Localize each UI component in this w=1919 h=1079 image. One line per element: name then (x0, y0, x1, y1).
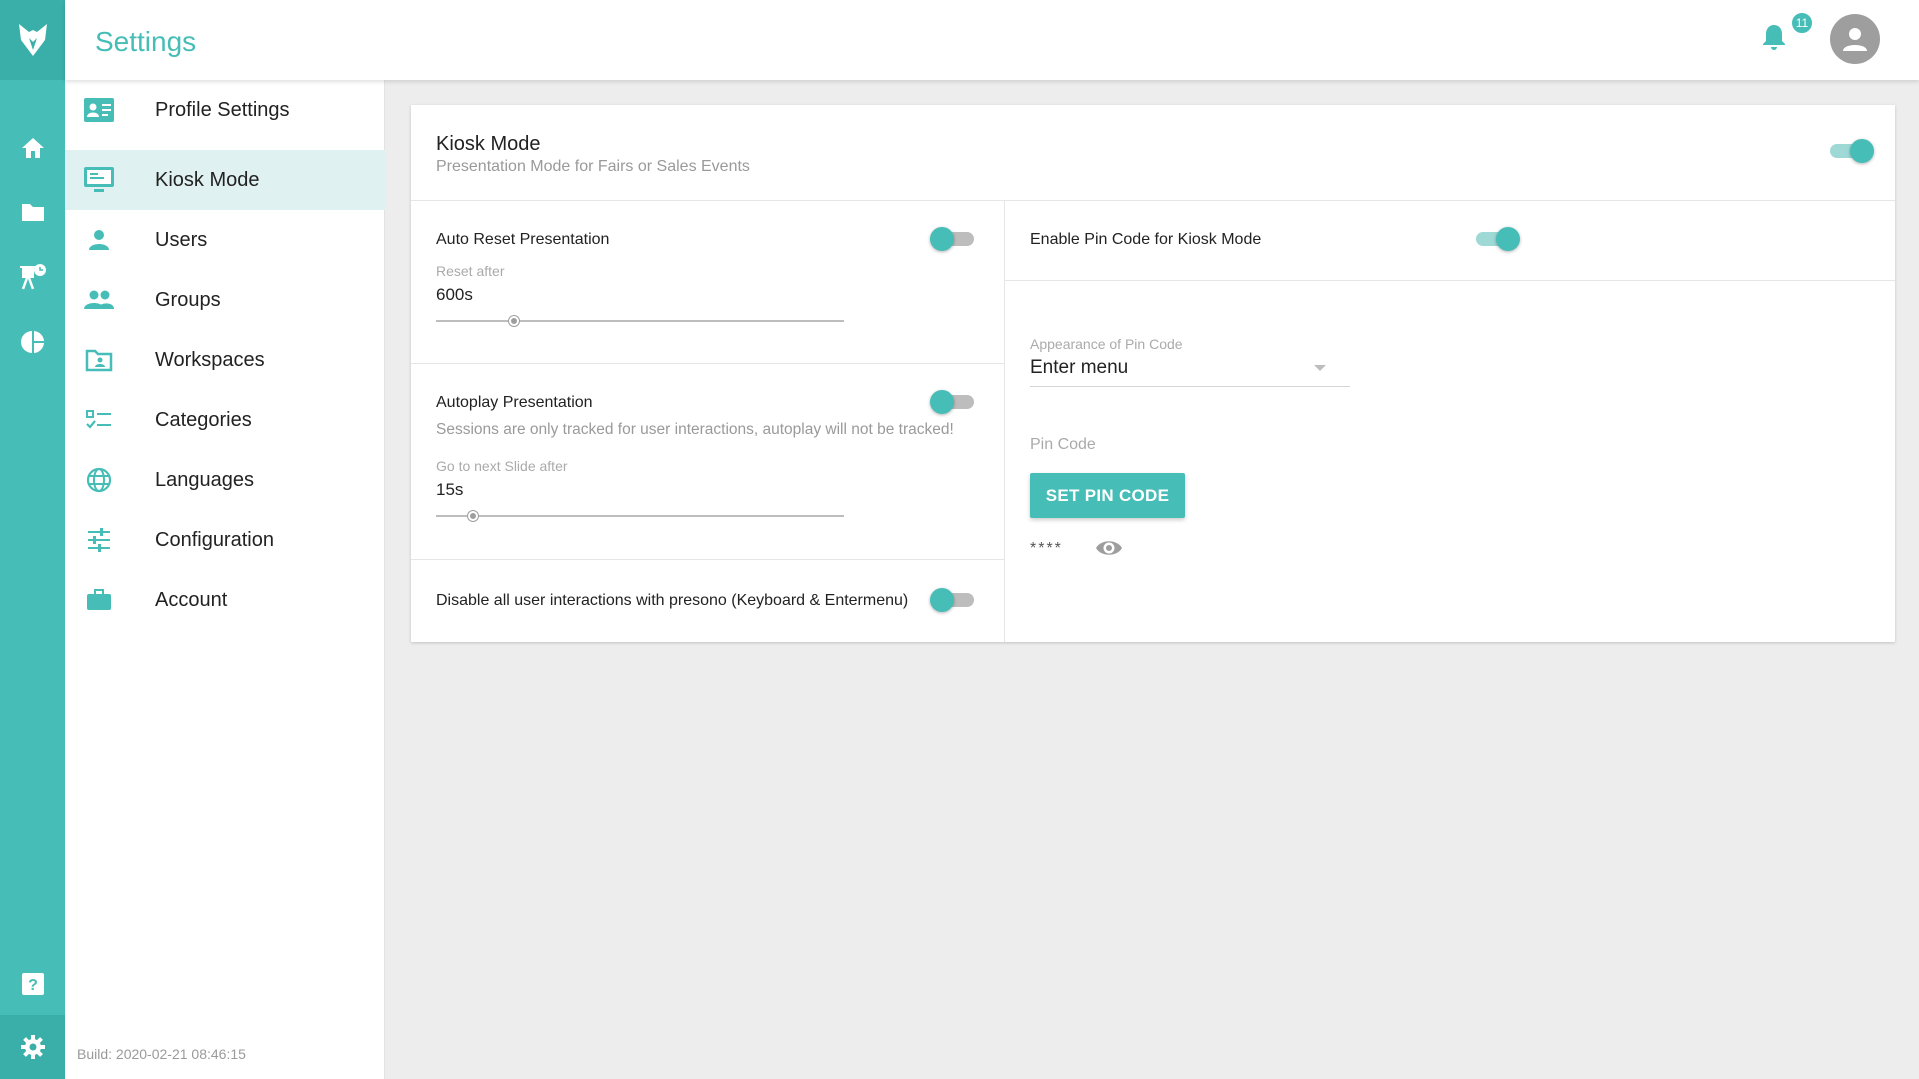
settings-sidebar: Profile Settings Kiosk Mode Users Groups… (65, 80, 385, 1079)
sidebar-item-languages[interactable]: Languages (65, 450, 385, 510)
next-slide-label: Go to next Slide after (436, 458, 568, 474)
disable-interactions-label: Disable all user interactions with preso… (436, 592, 909, 609)
appearance-value: Enter menu (1030, 357, 1129, 378)
sidebar-item-label: Groups (155, 288, 221, 311)
top-header: Settings 11 (65, 0, 1919, 80)
tune-icon (84, 526, 114, 554)
pin-enable-label: Enable Pin Code for Kiosk Mode (1030, 231, 1262, 248)
person-icon (1843, 28, 1867, 51)
toggle-knob (1496, 227, 1520, 251)
reset-after-slider[interactable] (436, 313, 844, 329)
svg-text:?: ? (28, 977, 38, 994)
sidebar-item-label: Workspaces (155, 348, 265, 371)
card-header: Kiosk Mode Presentation Mode for Fairs o… (411, 105, 1895, 201)
page-title: Settings (95, 26, 197, 57)
autoplay-section: Autoplay Presentation Sessions are only … (411, 364, 1005, 560)
home-icon[interactable] (0, 126, 65, 170)
card-subtitle: Presentation Mode for Fairs or Sales Eve… (436, 158, 750, 175)
chevron-down-icon (1314, 365, 1326, 371)
pin-code-label: Pin Code (1030, 436, 1096, 453)
toggle-knob (930, 390, 954, 414)
sidebar-item-label: Profile Settings (155, 98, 290, 121)
sidebar-item-categories[interactable]: Categories (65, 390, 385, 450)
briefcase-icon (84, 586, 114, 614)
user-avatar[interactable] (1830, 14, 1880, 64)
left-settings-column: Auto Reset Presentation Reset after 600s… (411, 201, 1005, 642)
auto-reset-label: Auto Reset Presentation (436, 231, 610, 248)
pin-code-section: Enable Pin Code for Kiosk Mode (1005, 201, 1895, 281)
next-slide-value: 15s (436, 480, 464, 499)
presentation-clock-icon[interactable] (0, 255, 65, 299)
kiosk-mode-toggle[interactable] (1826, 137, 1874, 165)
autoplay-label: Autoplay Presentation (436, 394, 593, 411)
sidebar-item-kiosk-mode[interactable]: Kiosk Mode (65, 150, 385, 210)
gear-icon (20, 1035, 45, 1059)
auto-reset-section: Auto Reset Presentation Reset after 600s (411, 201, 1005, 364)
sidebar-item-label: Account (155, 588, 228, 611)
person-icon (84, 226, 114, 254)
reset-after-label: Reset after (436, 263, 505, 279)
sidebar-item-label: Users (155, 228, 208, 251)
sidebar-item-label: Configuration (155, 528, 274, 551)
sidebar-item-profile-settings[interactable]: Profile Settings (65, 80, 385, 140)
appearance-label: Appearance of Pin Code (1030, 336, 1183, 352)
disable-interactions-toggle[interactable] (930, 586, 978, 614)
pie-chart-icon[interactable] (0, 320, 65, 364)
appearance-select[interactable]: Enter menu (1030, 351, 1350, 387)
next-slide-slider[interactable] (436, 508, 844, 524)
toggle-knob (930, 227, 954, 251)
notification-badge: 11 (1790, 11, 1814, 35)
group-icon (84, 286, 114, 314)
disable-interactions-section: Disable all user interactions with preso… (411, 560, 1005, 642)
slider-rail (436, 515, 844, 517)
sidebar-item-groups[interactable]: Groups (65, 270, 385, 330)
globe-icon (84, 466, 114, 494)
settings-gear-button[interactable] (0, 1015, 65, 1079)
profile-card-icon (84, 96, 114, 124)
notifications-bell-icon[interactable] (1761, 22, 1787, 57)
slider-rail (436, 320, 844, 322)
pin-masked-value: **** (1030, 540, 1063, 557)
reset-after-value: 600s (436, 285, 473, 304)
sidebar-item-label: Categories (155, 408, 252, 431)
toggle-knob (1850, 139, 1874, 163)
sidebar-item-configuration[interactable]: Configuration (65, 510, 385, 570)
slider-thumb[interactable] (467, 511, 478, 521)
auto-reset-toggle[interactable] (930, 225, 978, 253)
sidebar-item-users[interactable]: Users (65, 210, 385, 270)
set-pin-code-button[interactable]: SET PIN CODE (1030, 473, 1185, 518)
autoplay-note: Sessions are only tracked for user inter… (436, 421, 954, 438)
right-settings-column: Enable Pin Code for Kiosk Mode Appearanc… (1005, 201, 1895, 642)
sidebar-item-label: Languages (155, 468, 254, 491)
pin-code-toggle[interactable] (1472, 225, 1520, 253)
workspace-folder-icon (84, 346, 114, 374)
kiosk-mode-card: Kiosk Mode Presentation Mode for Fairs o… (411, 105, 1895, 642)
app-logo[interactable] (0, 0, 65, 80)
sidebar-item-label: Kiosk Mode (155, 168, 260, 191)
monitor-icon (84, 166, 114, 194)
sidebar-item-workspaces[interactable]: Workspaces (65, 330, 385, 390)
checklist-icon (84, 406, 114, 434)
sidebar-item-account[interactable]: Account (65, 570, 385, 630)
icon-rail: ? (0, 0, 65, 1079)
card-title: Kiosk Mode (436, 133, 541, 155)
show-pin-eye-icon[interactable] (1095, 538, 1123, 563)
help-icon[interactable]: ? (0, 962, 65, 1006)
toggle-knob (930, 588, 954, 612)
folder-icon[interactable] (0, 190, 65, 234)
slider-thumb[interactable] (508, 316, 519, 326)
fox-logo-icon (18, 24, 47, 56)
autoplay-toggle[interactable] (930, 388, 978, 416)
build-info: Build: 2020-02-21 08:46:15 (77, 1046, 246, 1062)
